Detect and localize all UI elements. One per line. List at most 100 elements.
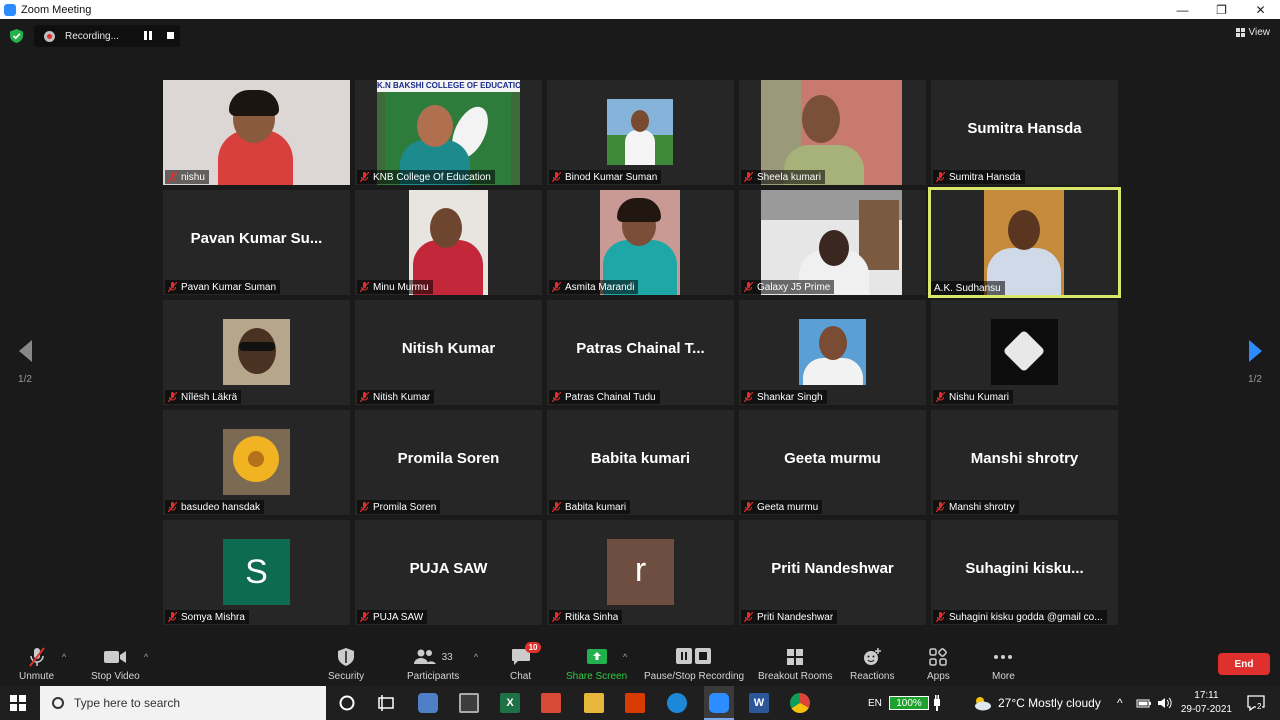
battery-indicator[interactable]: 100% [889, 696, 929, 710]
share-screen-button[interactable]: Share Screen [566, 646, 627, 682]
participant-tile[interactable]: Geeta murmu Geeta murmu [739, 410, 926, 515]
participant-name: Geeta murmu [757, 501, 819, 513]
participant-tile[interactable]: Asmita Marandi [547, 190, 734, 295]
participant-name: Sheela kumari [757, 171, 821, 183]
participant-tile[interactable]: Manshi shrotry Manshi shrotry [931, 410, 1118, 515]
participant-tile[interactable]: Suhagini kisku... Suhagini kisku godda @… [931, 520, 1118, 625]
chat-button[interactable]: 10 Chat [510, 642, 542, 682]
participant-tile[interactable]: Binod Kumar Suman [547, 80, 734, 185]
participant-name: Suhagini kisku godda @gmail co... [949, 611, 1103, 623]
participant-tile[interactable]: Sumitra Hansda Sumitra Hansda [931, 80, 1118, 185]
reactions-button[interactable]: Reactions [850, 646, 894, 682]
participant-tile[interactable]: Ñîlësh Läkrä [163, 300, 350, 405]
input-language[interactable]: EN [868, 686, 882, 720]
participant-name: A.K. Sudhansu [934, 282, 1001, 294]
more-label: More [992, 671, 1015, 682]
participant-display-name: Pavan Kumar Su... [190, 230, 323, 247]
app-icon-blue[interactable] [418, 693, 438, 713]
file-explorer-icon[interactable] [584, 693, 604, 713]
recording-label: Recording... [65, 30, 119, 42]
title-bar: Zoom Meeting — ❐ ✕ [0, 0, 1280, 19]
smiley-plus-icon [864, 648, 882, 665]
participant-tile[interactable]: Sheela kumari [739, 80, 926, 185]
task-view-icon[interactable] [376, 693, 396, 713]
participant-name: nishu [181, 171, 205, 183]
participant-tile[interactable]: Promila Soren Promila Soren [355, 410, 542, 515]
muted-mic-icon [552, 172, 561, 182]
stop-recording-icon[interactable] [167, 32, 174, 39]
word-icon[interactable]: W [749, 693, 769, 713]
participant-tile[interactable]: Pavan Kumar Su... Pavan Kumar Suman [163, 190, 350, 295]
participant-name: Promila Soren [373, 501, 437, 513]
participant-tile[interactable]: basudeo hansdak [163, 410, 350, 515]
office-icon[interactable] [625, 693, 645, 713]
participant-tile[interactable]: S Somya Mishra [163, 520, 350, 625]
view-button[interactable]: View [1235, 27, 1270, 38]
participant-tile[interactable]: K.N BAKSHI COLLEGE OF EDUCATION KNB Coll… [355, 80, 542, 185]
security-button[interactable]: Security [328, 646, 364, 682]
participant-tile[interactable]: Nishu Kumari [931, 300, 1118, 405]
chrome-icon[interactable] [790, 693, 810, 713]
weather-text[interactable]: 27°C Mostly cloudy [998, 686, 1101, 720]
windows-taskbar: Type here to search X W EN 100% 27°C Mos… [0, 686, 1280, 720]
participants-button[interactable]: 33 Participants [407, 646, 459, 682]
volume-icon[interactable] [1156, 693, 1174, 713]
muted-mic-icon [168, 502, 177, 512]
recording-dot-icon [44, 30, 55, 42]
minimize-button[interactable]: — [1163, 0, 1202, 19]
more-button[interactable]: More [992, 646, 1015, 682]
apps-button[interactable]: Apps [927, 646, 950, 682]
next-page-button[interactable]: 1/2 [1235, 340, 1275, 385]
participant-tile[interactable]: r Ritika Sinha [547, 520, 734, 625]
participant-tile[interactable]: nishu [163, 80, 350, 185]
excel-icon[interactable]: X [500, 693, 520, 713]
cortana-icon[interactable] [337, 693, 357, 713]
stop-video-button[interactable]: Stop Video [91, 646, 140, 682]
muted-mic-icon [168, 392, 177, 402]
participant-tile[interactable]: Galaxy J5 Prime [739, 190, 926, 295]
system-clock[interactable]: 17:11 29-07-2021 [1181, 689, 1232, 717]
participant-display-name: Patras Chainal T... [576, 340, 705, 357]
previous-page-button[interactable]: 1/2 [5, 340, 45, 385]
taskbar-search-box[interactable]: Type here to search [40, 686, 326, 720]
stop-video-label: Stop Video [91, 671, 140, 682]
pause-stop-recording-button[interactable]: Pause/Stop Recording [644, 646, 744, 682]
windows-start-icon[interactable] [10, 695, 26, 711]
muted-mic-icon [168, 612, 177, 622]
show-hidden-icons-chevron-icon[interactable]: ^ [1117, 686, 1123, 720]
breakout-rooms-button[interactable]: Breakout Rooms [758, 646, 832, 682]
participant-tile[interactable]: Nitish Kumar Nitish Kumar [355, 300, 542, 405]
muted-mic-icon [168, 172, 177, 182]
powerpoint-icon[interactable] [541, 693, 561, 713]
audio-options-caret-icon[interactable]: ^ [62, 652, 66, 662]
participant-tile-active-speaker[interactable]: A.K. Sudhansu [928, 187, 1121, 298]
store-icon[interactable] [459, 693, 479, 713]
participants-options-caret-icon[interactable]: ^ [474, 652, 478, 662]
participant-name: Galaxy J5 Prime [757, 281, 831, 293]
participant-tile[interactable]: Patras Chainal T... Patras Chainal Tudu [547, 300, 734, 405]
participant-tile[interactable]: Shankar Singh [739, 300, 926, 405]
battery-icon[interactable] [1136, 693, 1152, 713]
participant-tile[interactable]: PUJA SAW PUJA SAW [355, 520, 542, 625]
muted-mic-icon [552, 392, 561, 402]
person-image [819, 230, 849, 266]
share-options-caret-icon[interactable]: ^ [623, 652, 627, 662]
video-options-caret-icon[interactable]: ^ [144, 652, 148, 662]
person-image [430, 208, 462, 248]
notification-count: 2 [1256, 702, 1263, 711]
security-shield-icon[interactable] [10, 29, 23, 43]
share-screen-label: Share Screen [566, 671, 628, 682]
notification-center-icon[interactable]: 2 [1246, 693, 1266, 713]
maximize-button[interactable]: ❐ [1202, 0, 1241, 19]
participant-tile[interactable]: Minu Murmu [355, 190, 542, 295]
end-meeting-button[interactable]: End [1218, 653, 1270, 675]
close-button[interactable]: ✕ [1241, 0, 1280, 19]
pause-recording-icon[interactable] [144, 31, 154, 41]
participant-tile[interactable]: Babita kumari Babita kumari [547, 410, 734, 515]
zoom-taskbar-button[interactable] [704, 686, 734, 720]
participant-name: Somya Mishra [181, 611, 245, 623]
plug-icon [934, 695, 940, 711]
unmute-button[interactable]: Unmute [19, 646, 54, 682]
edge-icon[interactable] [667, 693, 687, 713]
participant-tile[interactable]: Priti Nandeshwar Priti Nandeshwar [739, 520, 926, 625]
